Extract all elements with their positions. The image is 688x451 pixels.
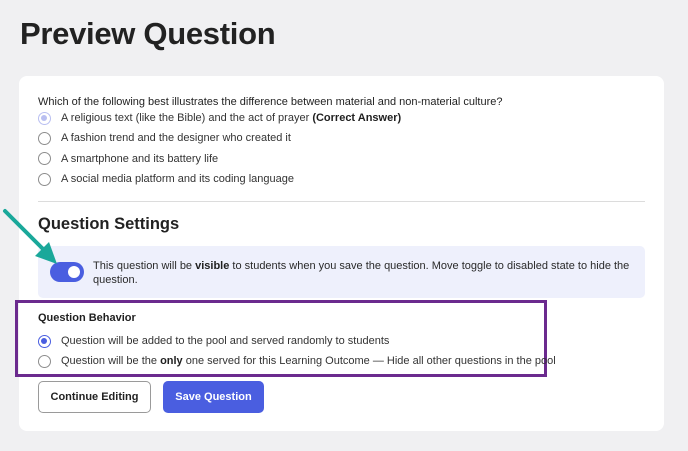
page-title: Preview Question bbox=[20, 16, 276, 51]
visibility-text-bold: visible bbox=[195, 260, 230, 272]
answer-option-2[interactable]: A fashion trend and the designer who cre… bbox=[38, 128, 401, 148]
behavior-only-text-end: one served for this Learning Outcome — H… bbox=[182, 355, 556, 367]
behavior-option-pool[interactable]: Question will be added to the pool and s… bbox=[38, 333, 389, 349]
continue-editing-button[interactable]: Continue Editing bbox=[38, 381, 151, 413]
annotation-arrow-icon bbox=[3, 209, 57, 264]
answer-option-label: A social media platform and its coding l… bbox=[61, 173, 294, 186]
visibility-text-start: This question will be bbox=[93, 260, 196, 272]
answer-options: A religious text (like the Bible) and th… bbox=[38, 108, 401, 189]
radio-icon[interactable] bbox=[38, 172, 51, 186]
behavior-option-only-label: Question will be the only one served for… bbox=[61, 355, 556, 367]
save-question-button[interactable]: Save Question bbox=[163, 381, 264, 413]
behavior-only-text-bold: only bbox=[160, 355, 183, 367]
answer-option-1[interactable]: A religious text (like the Bible) and th… bbox=[38, 108, 401, 128]
behavior-option-pool-label: Question will be added to the pool and s… bbox=[61, 335, 390, 347]
answer-option-label: A fashion trend and the designer who cre… bbox=[61, 132, 291, 145]
radio-icon[interactable] bbox=[38, 111, 51, 125]
question-text: Which of the following best illustrates … bbox=[38, 96, 503, 108]
behavior-only-text-start: Question will be the bbox=[61, 355, 161, 367]
radio-icon[interactable] bbox=[38, 131, 51, 145]
radio-icon[interactable] bbox=[38, 334, 51, 348]
radio-icon[interactable] bbox=[38, 152, 51, 166]
behavior-option-only[interactable]: Question will be the only one served for… bbox=[38, 353, 556, 369]
section-divider bbox=[38, 201, 645, 202]
answer-option-3[interactable]: A smartphone and its battery life bbox=[38, 149, 401, 169]
answer-option-label: A religious text (like the Bible) and th… bbox=[61, 112, 310, 125]
answer-option-label: A smartphone and its battery life bbox=[61, 152, 219, 165]
visibility-description: This question will be visible to student… bbox=[93, 259, 633, 287]
answer-option-4[interactable]: A social media platform and its coding l… bbox=[38, 169, 401, 189]
correct-answer-tag: (Correct Answer) bbox=[312, 112, 402, 125]
radio-icon[interactable] bbox=[38, 354, 51, 368]
behavior-title: Question Behavior bbox=[38, 312, 136, 324]
